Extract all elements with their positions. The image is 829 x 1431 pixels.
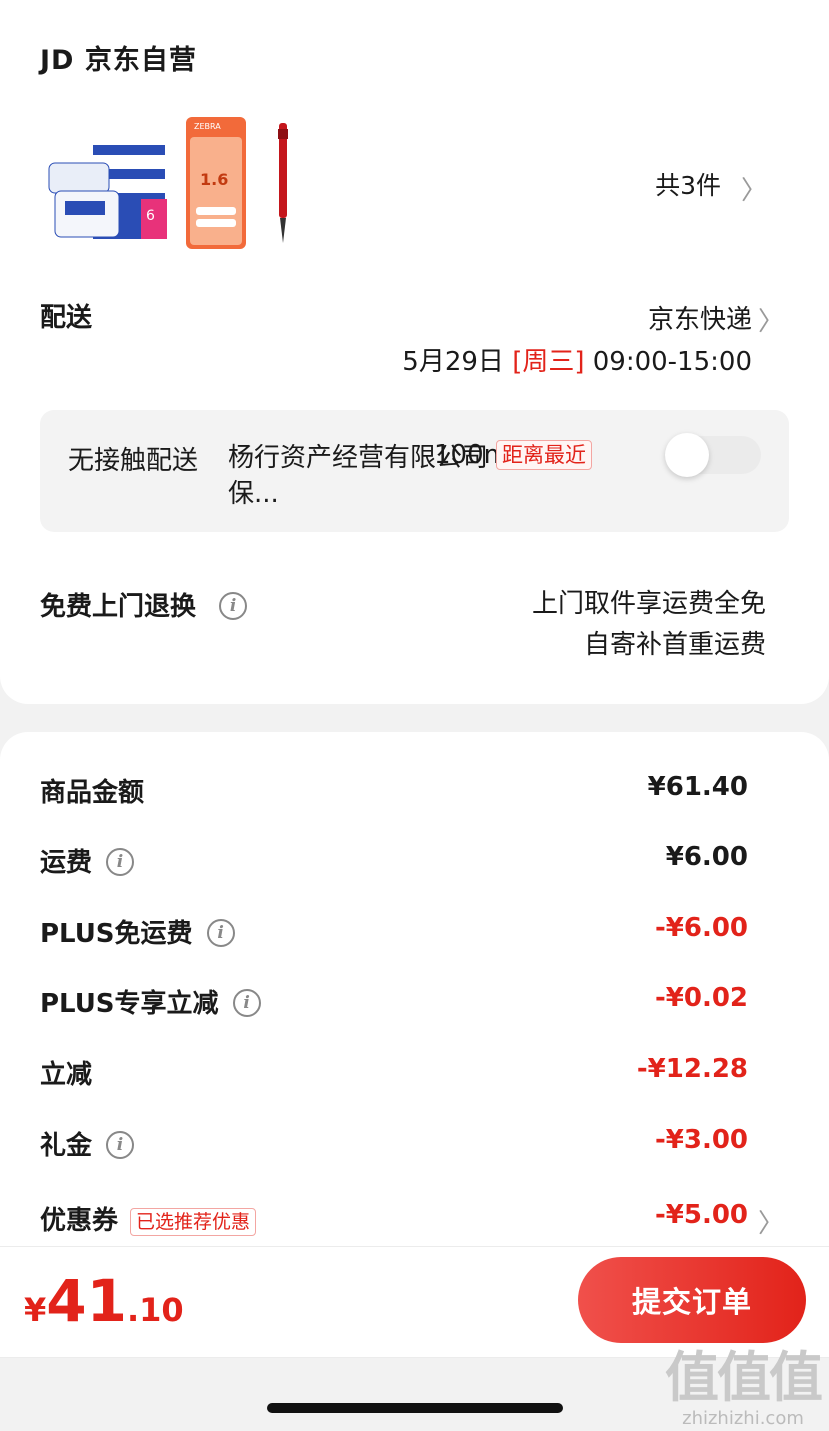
delivery-time[interactable]: 5月29日 [周三] 09:00-15:00 — [402, 341, 752, 378]
fee-row-goods: 商品金额 ¥61.40 — [40, 772, 748, 812]
toggle-knob — [665, 433, 709, 477]
info-icon[interactable]: i — [206, 918, 235, 947]
fee-row-coupon[interactable]: 优惠券 已选推荐优惠 -¥5.00 — [40, 1200, 748, 1240]
zebra-promo-card-thumbnail[interactable]: ZEBRA 1.6 — [186, 115, 246, 250]
coupon-tag: 已选推荐优惠 — [130, 1207, 257, 1236]
tissue-product-thumbnail[interactable]: 6 — [45, 115, 170, 250]
total-decimal: .10 — [126, 1291, 184, 1329]
fee-value: -¥12.28 — [636, 1054, 748, 1084]
fee-row-gift-money: 礼金 i -¥3.00 — [40, 1125, 748, 1165]
submit-order-button[interactable]: 提交订单 — [578, 1257, 806, 1343]
item-count[interactable]: 共3件 — [655, 166, 721, 202]
home-indicator[interactable] — [267, 1403, 563, 1413]
fee-label: 商品金额 — [40, 778, 145, 808]
free-return-label: 免费上门退换 i — [40, 586, 248, 623]
info-icon[interactable]: i — [219, 591, 248, 620]
fee-row-plus-free-shipping: PLUS免运费 i -¥6.00 — [40, 913, 748, 953]
chevron-right-icon[interactable]: 〉 — [741, 170, 767, 207]
contactless-delivery-box: 无接触配送 杨行资产经营有限公司保... 100m 距离最近 — [40, 410, 789, 532]
info-icon[interactable]: i — [106, 1130, 135, 1159]
fee-row-plus-discount: PLUS专享立减 i -¥0.02 — [40, 983, 748, 1023]
free-return-text: 免费上门退换 — [40, 592, 197, 622]
fee-label: PLUS专享立减 — [40, 989, 219, 1019]
fee-value: ¥6.00 — [665, 842, 748, 872]
total-integer: 41 — [46, 1267, 127, 1335]
fee-label: PLUS免运费 — [40, 919, 193, 949]
info-icon[interactable]: i — [232, 988, 261, 1017]
fee-value: ¥61.40 — [647, 772, 748, 802]
checkout-bar: ¥41.10 提交订单 — [0, 1246, 829, 1358]
delivery-weekday: [周三] — [512, 347, 585, 377]
chevron-right-icon[interactable]: 〉 — [758, 1203, 784, 1240]
return-note-line2: 自寄补首重运费 — [583, 630, 766, 660]
red-pen-thumbnail[interactable] — [272, 115, 294, 250]
chevron-right-icon[interactable]: 〉 — [758, 301, 784, 338]
fee-label: 优惠券 — [40, 1206, 119, 1236]
fee-value: -¥0.02 — [654, 983, 748, 1013]
fee-row-shipping: 运费 i ¥6.00 — [40, 842, 748, 882]
fee-value: -¥5.00 — [654, 1200, 748, 1230]
fee-value: -¥3.00 — [654, 1125, 748, 1155]
fee-row-instant-discount: 立减 -¥12.28 — [40, 1054, 748, 1094]
return-note-line1: 上门取件享运费全免 — [531, 589, 766, 619]
delivery-label: 配送 — [40, 303, 93, 333]
total-price: ¥41.10 — [24, 1267, 184, 1335]
contactless-toggle[interactable] — [665, 433, 761, 477]
contactless-title: 无接触配送 — [68, 446, 199, 476]
fee-value: -¥6.00 — [654, 913, 748, 943]
currency-symbol: ¥ — [24, 1291, 47, 1329]
nearest-tag: 距离最近 — [496, 440, 592, 470]
watermark-url: zhizhizhi.com — [682, 1408, 804, 1429]
fee-label: 立减 — [40, 1060, 93, 1090]
info-icon[interactable]: i — [106, 847, 135, 876]
store-name: JD 京东自营 — [40, 45, 197, 76]
delivery-window: 09:00-15:00 — [592, 347, 752, 377]
svg-text:ZEBRA: ZEBRA — [194, 122, 221, 131]
delivery-date: 5月29日 — [402, 347, 504, 377]
watermark-logo: 值值值 — [665, 1346, 823, 1409]
delivery-carrier[interactable]: 京东快递 — [648, 299, 752, 336]
fee-label: 运费 — [40, 848, 93, 878]
svg-text:6: 6 — [146, 208, 155, 224]
watermark: 值值值 zhizhizhi.com — [665, 1346, 823, 1430]
fee-label: 礼金 — [40, 1131, 93, 1161]
svg-text:1.6: 1.6 — [200, 170, 228, 189]
